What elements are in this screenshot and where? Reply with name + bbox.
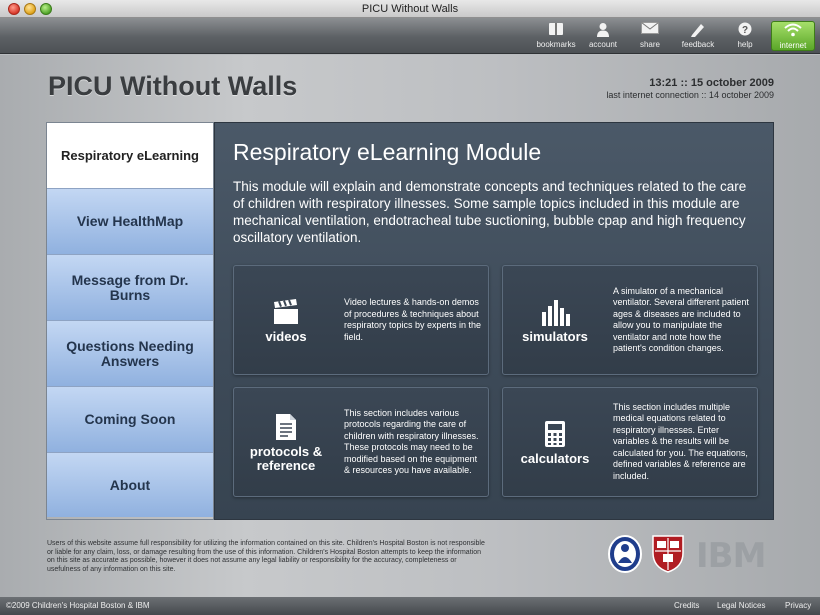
feedback-icon: [675, 22, 721, 40]
credits-link[interactable]: Credits: [674, 597, 699, 615]
status-bar: ©2009 Children's Hospital Boston & IBM C…: [0, 597, 820, 615]
partner-logos: IBM: [608, 534, 766, 578]
toolbar: bookmarks account share feedback ? help …: [0, 18, 820, 54]
window-zoom-button[interactable]: [40, 3, 52, 15]
protocols-card[interactable]: protocols & reference This section inclu…: [233, 387, 489, 497]
current-datetime: 13:21 :: 15 october 2009: [649, 77, 774, 89]
last-connection: last internet connection :: 14 october 2…: [606, 90, 774, 100]
module-intro: This module will explain and demonstrate…: [233, 179, 747, 245]
envelope-icon: [627, 22, 673, 40]
document-icon: [275, 412, 297, 442]
internet-button[interactable]: internet: [771, 21, 815, 51]
account-button[interactable]: account: [580, 21, 626, 51]
help-label: help: [737, 40, 753, 49]
protocols-description: This section includes various protocols …: [344, 407, 479, 476]
window-close-button[interactable]: [8, 3, 20, 15]
calculators-label: calculators: [520, 450, 590, 466]
svg-text:?: ?: [742, 25, 748, 36]
app-stage: PICU Without Walls 13:21 :: 15 october 2…: [0, 55, 820, 597]
harvard-shield-logo: [652, 534, 684, 578]
bookmarks-icon: [533, 22, 579, 40]
calculator-icon: [544, 419, 566, 449]
disclaimer-text: Users of this website assume full respon…: [47, 540, 485, 573]
calculators-card-header: calculators: [503, 388, 607, 496]
wifi-icon: [772, 23, 814, 41]
share-label: share: [639, 40, 660, 49]
calculators-card[interactable]: calculators This section includes multip…: [502, 387, 758, 497]
window-minimize-button[interactable]: [24, 3, 36, 15]
sidebar-item-about[interactable]: About: [47, 453, 213, 517]
legal-notices-link[interactable]: Legal Notices: [717, 597, 765, 615]
sidebar-item-respiratory-elearning[interactable]: Respiratory eLearning: [47, 123, 213, 189]
page-title: Respiratory eLearning Module: [233, 139, 542, 165]
bookmarks-button[interactable]: bookmarks: [533, 21, 579, 51]
videos-description: Video lectures & hands-on demos of proce…: [344, 297, 482, 342]
protocols-label: protocols & reference: [249, 443, 323, 473]
videos-card-header: videos: [234, 266, 338, 374]
privacy-link[interactable]: Privacy: [785, 597, 811, 615]
sidebar-item-coming-soon[interactable]: Coming Soon: [47, 387, 213, 453]
help-icon: ?: [722, 22, 768, 40]
simulators-card[interactable]: simulators A simulator of a mechanical v…: [502, 265, 758, 375]
datetime-block: 13:21 :: 15 october 2009 last internet c…: [606, 77, 774, 101]
simulators-description: A simulator of a mechanical ventilator. …: [613, 285, 749, 354]
simulators-label: simulators: [522, 328, 588, 344]
bookmarks-label: bookmarks: [536, 40, 576, 49]
app-title: PICU Without Walls: [48, 71, 298, 101]
feedback-button[interactable]: feedback: [675, 21, 721, 51]
sidebar-nav: Respiratory eLearning View HealthMap Mes…: [46, 122, 214, 520]
help-button[interactable]: ? help: [722, 21, 768, 51]
copyright-text: ©2009 Children's Hospital Boston & IBM: [6, 601, 150, 610]
internet-label: internet: [779, 41, 807, 50]
childrens-hospital-logo: [608, 534, 642, 578]
share-button[interactable]: share: [627, 21, 673, 51]
calculators-description: This section includes multiple medical e…: [613, 401, 748, 481]
clapperboard-icon: [272, 297, 300, 327]
bar-chart-icon: [540, 297, 570, 327]
videos-label: videos: [265, 328, 307, 344]
sidebar-item-view-healthmap[interactable]: View HealthMap: [47, 189, 213, 255]
protocols-card-header: protocols & reference: [234, 388, 338, 496]
sidebar-item-questions[interactable]: Questions Needing Answers: [47, 321, 213, 387]
account-label: account: [588, 40, 618, 49]
window-titlebar: PICU Without Walls: [0, 0, 820, 18]
ibm-logo: IBM: [696, 536, 766, 576]
simulators-card-header: simulators: [503, 266, 607, 374]
videos-card[interactable]: videos Video lectures & hands-on demos o…: [233, 265, 489, 375]
account-icon: [580, 22, 626, 40]
content-panel: Respiratory eLearning Module This module…: [214, 122, 774, 520]
window-title: PICU Without Walls: [361, 3, 459, 15]
sidebar-item-message-dr-burns[interactable]: Message from Dr. Burns: [47, 255, 213, 321]
feedback-label: feedback: [681, 40, 715, 49]
